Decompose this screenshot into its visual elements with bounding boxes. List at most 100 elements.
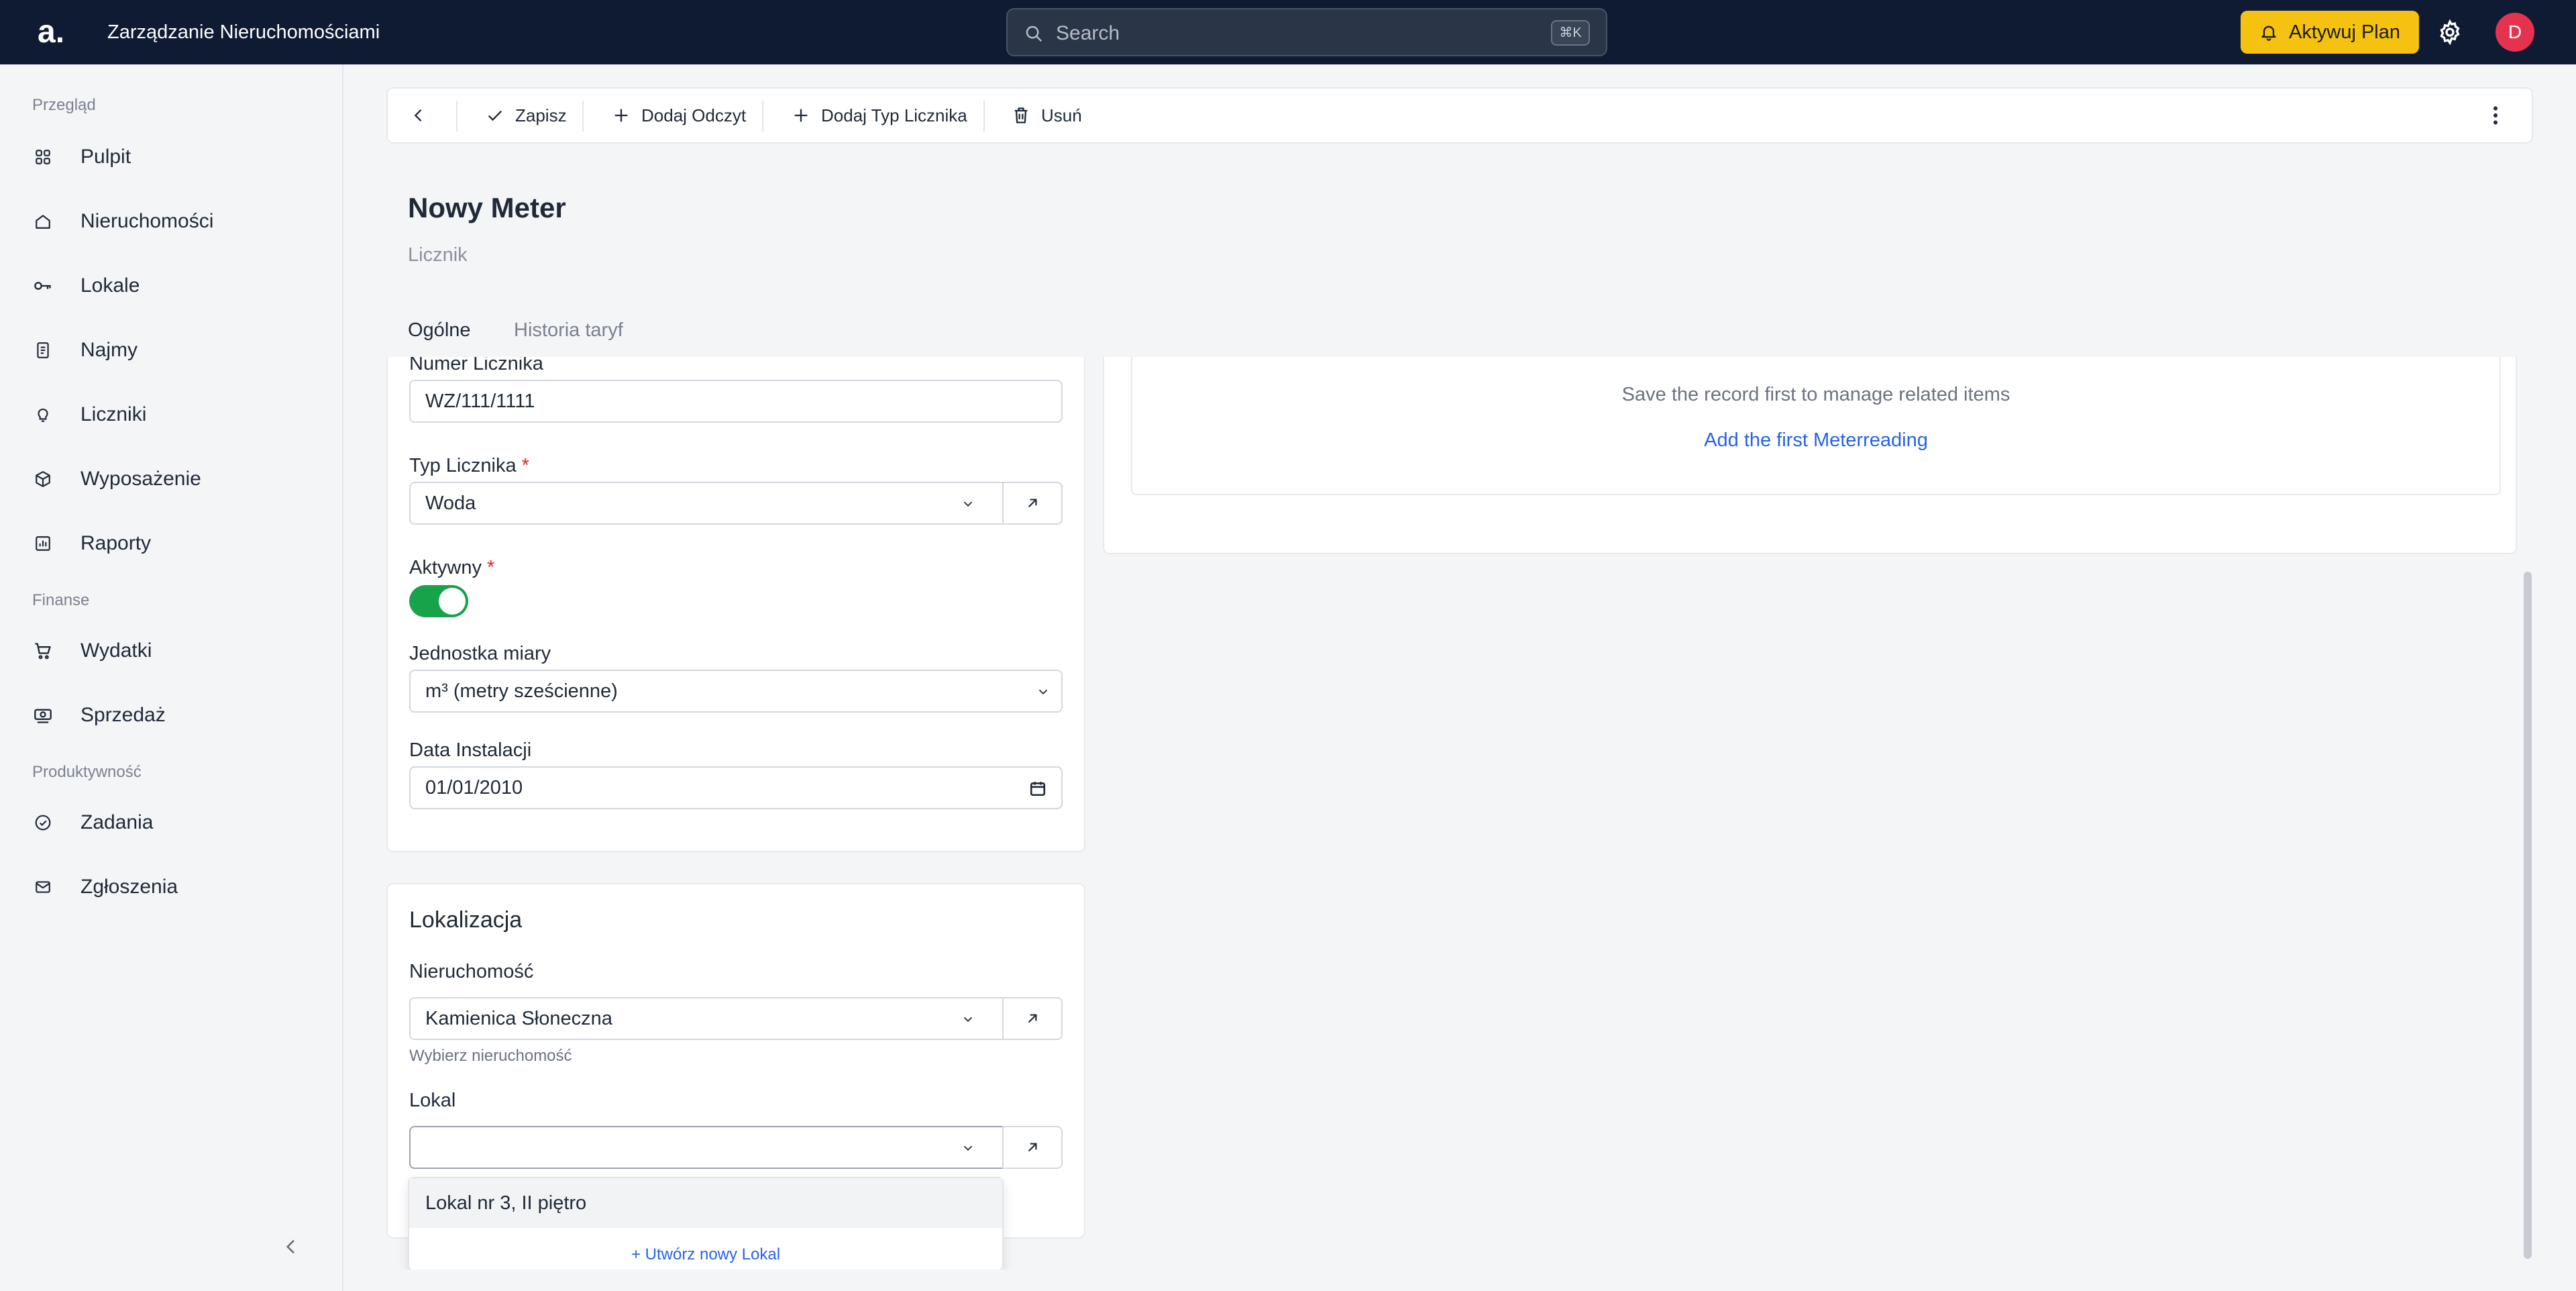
sidebar-item-lokale[interactable]: Lokale bbox=[32, 266, 314, 306]
sidebar-item-label: Lokale bbox=[80, 274, 140, 297]
meter-number-label: Numer Licznika bbox=[409, 357, 543, 374]
sidebar-item-zadania[interactable]: Zadania bbox=[32, 803, 314, 843]
sidebar-item-pulpit[interactable]: Pulpit bbox=[32, 137, 314, 177]
tab-tariff-history[interactable]: Historia taryf bbox=[514, 318, 623, 342]
add-reading-label: Dodaj Odczyt bbox=[641, 105, 747, 125]
toolbar-divider bbox=[456, 101, 458, 132]
toolbar-divider bbox=[582, 101, 584, 132]
sidebar-item-label: Wydatki bbox=[80, 639, 152, 662]
create-new-unit-link[interactable]: + Utwórz nowy Lokal bbox=[409, 1245, 1002, 1264]
external-link-arrow-icon bbox=[1024, 495, 1041, 512]
home-icon bbox=[32, 211, 54, 232]
sidebar-item-nieruchomosci[interactable]: Nieruchomości bbox=[32, 201, 314, 242]
install-date-input[interactable]: 01/01/2010 bbox=[409, 766, 1063, 809]
open-property-button[interactable] bbox=[1002, 997, 1063, 1040]
unit-dropdown-menu: Lokal nr 3, II piętro + Utwórz nowy Loka… bbox=[408, 1177, 1004, 1270]
sidebar-item-raporty[interactable]: Raporty bbox=[32, 523, 314, 564]
activate-plan-label: Aktywuj Plan bbox=[2288, 21, 2400, 43]
open-unit-button[interactable] bbox=[1002, 1126, 1063, 1169]
check-icon bbox=[486, 106, 504, 125]
sidebar-item-label: Raporty bbox=[80, 532, 152, 554]
search-shortcut-badge: ⌘K bbox=[1551, 20, 1590, 46]
record-toolbar: Zapisz Dodaj Odczyt Dodaj Typ Licznika U… bbox=[386, 87, 2533, 144]
content-viewport: Numer Licznika WZ/111/1111 Typ Licznika *… bbox=[343, 357, 2576, 1270]
empty-state-message: Save the record first to manage related … bbox=[1621, 384, 2010, 405]
sidebar-item-zgloszenia[interactable]: Zgłoszenia bbox=[32, 867, 314, 907]
user-avatar[interactable]: D bbox=[2496, 13, 2534, 52]
content-scrollbar[interactable] bbox=[2524, 572, 2532, 1259]
save-label: Zapisz bbox=[515, 105, 567, 125]
sidebar-item-label: Wyposażenie bbox=[80, 468, 201, 490]
active-label: Aktywny * bbox=[409, 557, 495, 578]
dashboard-icon bbox=[32, 146, 54, 168]
sidebar-item-label: Nieruchomości bbox=[80, 210, 214, 232]
unit-of-measure-value: m³ (metry sześcienne) bbox=[425, 680, 618, 702]
external-link-arrow-icon bbox=[1024, 1139, 1041, 1156]
sidebar-item-label: Zgłoszenia bbox=[80, 876, 178, 898]
meter-number-input[interactable]: WZ/111/1111 bbox=[409, 380, 1063, 423]
save-button[interactable]: Zapisz bbox=[486, 89, 567, 142]
add-meter-type-button[interactable]: Dodaj Typ Licznika bbox=[792, 89, 967, 142]
sidebar-item-wydatki[interactable]: Wydatki bbox=[32, 631, 314, 671]
sidebar-item-liczniki[interactable]: Liczniki bbox=[32, 395, 314, 435]
delete-button[interactable]: Usuń bbox=[1012, 89, 1082, 142]
document-icon bbox=[32, 340, 54, 361]
chevron-down-icon bbox=[961, 1141, 975, 1155]
add-first-meterreading-link[interactable]: Add the first Meterreading bbox=[1132, 429, 2500, 452]
open-meter-type-button[interactable] bbox=[1002, 482, 1063, 525]
dropdown-option[interactable]: Lokal nr 3, II piętro bbox=[409, 1178, 1002, 1228]
plus-icon bbox=[612, 106, 631, 125]
tab-general[interactable]: Ogólne bbox=[408, 318, 471, 342]
bell-icon bbox=[2259, 23, 2278, 42]
chevron-down-icon bbox=[1036, 684, 1051, 699]
search-input[interactable]: Search ⌘K bbox=[1006, 8, 1607, 56]
meter-type-select[interactable]: Woda bbox=[409, 482, 1004, 525]
calendar-icon[interactable] bbox=[1029, 780, 1046, 797]
sidebar-item-label: Sprzedaż bbox=[80, 704, 166, 726]
settings-gear-icon[interactable] bbox=[2436, 19, 2463, 46]
page-title: Nowy Meter bbox=[408, 192, 566, 223]
sidebar-section-productivity: Produktywność bbox=[32, 763, 142, 781]
page-subtitle: Licznik bbox=[408, 244, 468, 266]
toggle-knob bbox=[439, 588, 466, 615]
unit-select[interactable] bbox=[409, 1126, 1004, 1169]
cash-icon bbox=[32, 705, 54, 726]
cart-icon bbox=[32, 640, 54, 662]
related-items-card: Save the record first to manage related … bbox=[1103, 357, 2517, 554]
search-placeholder: Search bbox=[1056, 22, 1120, 44]
top-bar: a. Zarządzanie Nieruchomościami Search ⌘… bbox=[0, 0, 2576, 64]
activate-plan-button[interactable]: Aktywuj Plan bbox=[2241, 11, 2419, 54]
lightbulb-icon bbox=[32, 404, 54, 425]
active-toggle[interactable] bbox=[409, 585, 468, 617]
toolbar-divider bbox=[983, 101, 985, 132]
sidebar-item-najmy[interactable]: Najmy bbox=[32, 330, 314, 370]
sidebar-item-wyposazenie[interactable]: Wyposażenie bbox=[32, 459, 314, 499]
more-vertical-icon[interactable] bbox=[2483, 103, 2508, 127]
delete-label: Usuń bbox=[1041, 105, 1082, 125]
add-reading-button[interactable]: Dodaj Odczyt bbox=[612, 89, 746, 142]
external-link-arrow-icon bbox=[1024, 1010, 1041, 1027]
plus-icon bbox=[792, 106, 810, 125]
related-items-empty-state: Save the record first to manage related … bbox=[1131, 357, 2501, 495]
required-mark: * bbox=[521, 455, 529, 476]
search-icon bbox=[1024, 23, 1044, 44]
unit-of-measure-select[interactable]: m³ (metry sześcienne) bbox=[409, 670, 1063, 713]
mail-icon bbox=[32, 876, 54, 898]
install-date-label: Data Instalacji bbox=[409, 739, 532, 761]
app-title: Zarządzanie Nieruchomościami bbox=[107, 21, 380, 43]
general-form-card: Numer Licznika WZ/111/1111 Typ Licznika *… bbox=[386, 357, 1085, 852]
check-circle-icon bbox=[32, 812, 54, 833]
trash-icon bbox=[1012, 106, 1030, 125]
app-logo[interactable]: a. bbox=[38, 12, 64, 52]
property-value: Kamienica Słoneczna bbox=[425, 1008, 612, 1029]
sidebar-item-label: Pulpit bbox=[80, 146, 131, 168]
property-select[interactable]: Kamienica Słoneczna bbox=[409, 997, 1004, 1040]
sidebar-item-sprzedaz[interactable]: Sprzedaż bbox=[32, 695, 314, 735]
required-mark: * bbox=[486, 557, 495, 578]
back-button[interactable] bbox=[409, 89, 428, 142]
unit-of-measure-label: Jednostka miary bbox=[409, 643, 551, 664]
property-helper-text: Wybierz nieruchomość bbox=[409, 1047, 572, 1065]
report-icon bbox=[32, 533, 54, 554]
collapse-sidebar-chevron-left-icon[interactable] bbox=[280, 1236, 302, 1257]
meter-type-label: Typ Licznika * bbox=[409, 455, 529, 476]
